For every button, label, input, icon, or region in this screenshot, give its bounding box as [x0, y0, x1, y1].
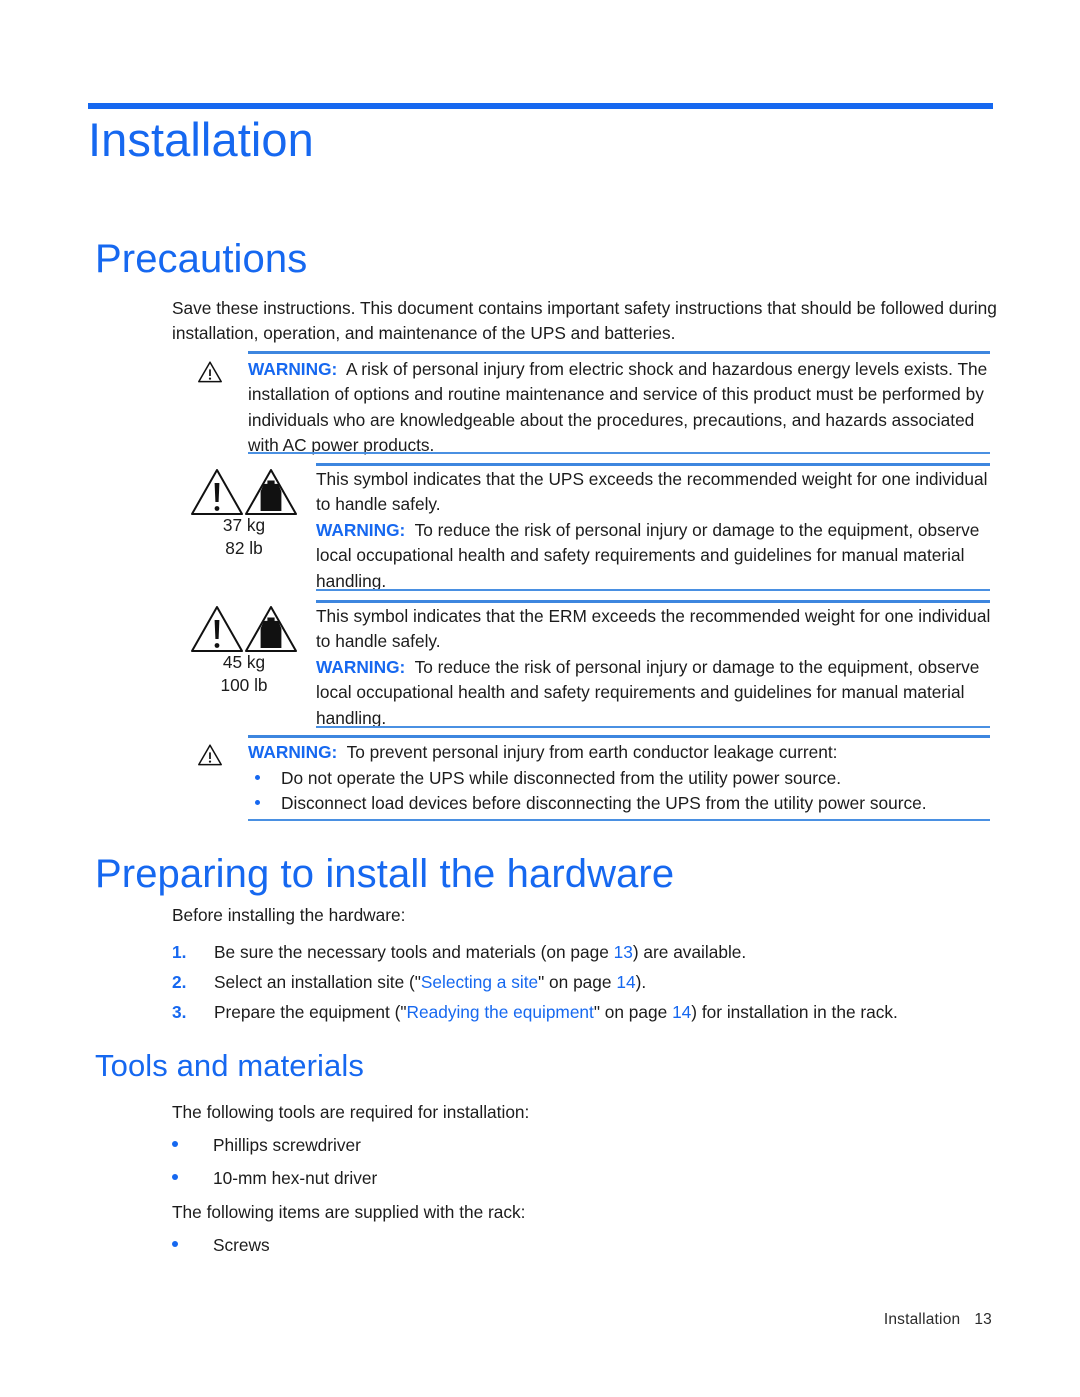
- admonition-text-1: A risk of personal injury from electric …: [345, 359, 988, 379]
- cross-reference-link[interactable]: 14: [616, 972, 635, 992]
- footer-page-number: 13: [974, 1311, 992, 1328]
- admonition-rule-bottom: [316, 589, 990, 591]
- list-item-label: Disconnect load devices before disconnec…: [281, 793, 927, 813]
- admonition-line-2: installation of options and routine main…: [248, 384, 984, 405]
- admonition-rule-bottom: [248, 819, 990, 821]
- bullet-dot-icon: [255, 775, 260, 780]
- admonition-line-3: individuals who are knowledgeable about …: [248, 409, 975, 430]
- step-text-part: Select an installation site (": [214, 972, 421, 992]
- admonition-rule-top: [248, 735, 990, 738]
- warning-triangle-icon: [197, 743, 223, 772]
- footer-chapter-name: Installation: [883, 1311, 961, 1328]
- admonition-rule-top: [316, 600, 990, 603]
- admonition-line-2: local occupational health and safety req…: [316, 682, 965, 703]
- step-text-part: Prepare the equipment (": [214, 1002, 407, 1022]
- step-text-part: " on page: [538, 972, 617, 992]
- precautions-intro-line-2: installation, operation, and maintenance…: [172, 323, 676, 343]
- tools-intro: The following tools are required for ins…: [172, 1102, 530, 1122]
- bullet-dot-icon: [172, 1241, 178, 1247]
- cross-reference-link[interactable]: Selecting a site: [421, 972, 538, 992]
- admonition-line-1: WARNING: To prevent personal injury from…: [248, 740, 993, 765]
- warning-label: WARNING:: [248, 742, 338, 762]
- step-text: Be sure the necessary tools and material…: [214, 940, 746, 965]
- bullet-dot-icon: [172, 1174, 178, 1180]
- heading-tools-and-materials: Tools and materials: [95, 1048, 364, 1083]
- warning-label: WARNING:: [316, 656, 406, 677]
- weight-value-kg: 37 kg: [222, 515, 266, 535]
- admonition-rule-top: [316, 463, 990, 466]
- admonition-rule-bottom: [248, 452, 990, 454]
- symbol-note-line-1: This symbol indicates that the ERM excee…: [316, 606, 991, 626]
- weight-value-lb: 100 lb: [220, 675, 268, 695]
- warning-label: WARNING:: [316, 519, 406, 540]
- admonition-line-1: WARNING: A risk of personal injury from …: [248, 357, 993, 382]
- admonition-rule-top: [248, 351, 990, 354]
- chapter-rule: [88, 103, 993, 109]
- weight-value-lb: 82 lb: [225, 538, 263, 558]
- step-text-part: ).: [635, 972, 647, 992]
- admonition-text-1: To prevent personal injury from earth co…: [346, 742, 838, 762]
- admonition-text-1: To reduce the risk of personal injury or…: [414, 656, 980, 677]
- admonition-line-4: with AC power products.: [248, 435, 435, 456]
- admonition-rule-bottom: [316, 726, 990, 728]
- bullet-dot-icon: [172, 1141, 178, 1147]
- cross-reference-link[interactable]: 14: [672, 1002, 691, 1022]
- preparing-intro: Before installing the hardware:: [172, 905, 406, 925]
- heading-precautions: Precautions: [95, 237, 308, 281]
- admonition-body: This symbol indicates that the ERM excee…: [316, 604, 996, 731]
- admonition-body: WARNING: A risk of personal injury from …: [248, 357, 993, 459]
- step-text: Select an installation site ("Selecting …: [214, 970, 646, 995]
- heading-preparing-to-install: Preparing to install the hardware: [95, 852, 675, 896]
- warning-label: WARNING:: [248, 359, 338, 379]
- step-text: Prepare the equipment ("Readying the equ…: [214, 1000, 898, 1025]
- admonition-line-1: WARNING: To reduce the risk of personal …: [316, 518, 996, 543]
- list-item-label: Phillips screwdriver: [213, 1135, 361, 1155]
- admonition-line-1: WARNING: To reduce the risk of personal …: [316, 655, 996, 680]
- supplied-intro: The following items are supplied with th…: [172, 1202, 526, 1222]
- weight-value-kg: 45 kg: [222, 652, 266, 672]
- step-text-part: ) are available.: [632, 942, 747, 962]
- step-text-part: ) for installation in the rack.: [691, 1002, 898, 1022]
- list-item-label: 10-mm hex-nut driver: [213, 1168, 378, 1188]
- cross-reference-link[interactable]: 13: [614, 942, 633, 962]
- step-text-part: Be sure the necessary tools and material…: [214, 942, 614, 962]
- admonition-line-2: local occupational health and safety req…: [316, 545, 965, 566]
- step-text-part: " on page: [593, 1002, 673, 1022]
- step-number: 2.: [172, 972, 187, 992]
- admonition-text-1: To reduce the risk of personal injury or…: [414, 519, 980, 540]
- symbol-note-line-1: This symbol indicates that the UPS excee…: [316, 469, 988, 489]
- bullet-dot-icon: [255, 800, 260, 805]
- list-item-label: Do not operate the UPS while disconnecte…: [281, 768, 842, 788]
- admonition-body: WARNING: To prevent personal injury from…: [248, 740, 993, 765]
- document-page: Installation Precautions Save these inst…: [0, 0, 1080, 1397]
- precautions-intro: Save these instructions. This document c…: [172, 296, 1002, 346]
- cross-reference-link[interactable]: Readying the equipment: [407, 1002, 594, 1022]
- page-footer: Installation 13: [884, 1311, 992, 1329]
- chapter-title: Installation: [88, 113, 314, 166]
- step-number: 1.: [172, 942, 187, 962]
- admonition-body: This symbol indicates that the UPS excee…: [316, 467, 996, 594]
- precautions-intro-line-1: Save these instructions. This document c…: [172, 298, 997, 318]
- warning-triangle-icon: [197, 360, 223, 389]
- step-number: 3.: [172, 1002, 187, 1022]
- symbol-note-line-2: to handle safely.: [316, 494, 441, 515]
- symbol-note-line-2: to handle safely.: [316, 631, 441, 652]
- list-item-label: Screws: [213, 1235, 270, 1255]
